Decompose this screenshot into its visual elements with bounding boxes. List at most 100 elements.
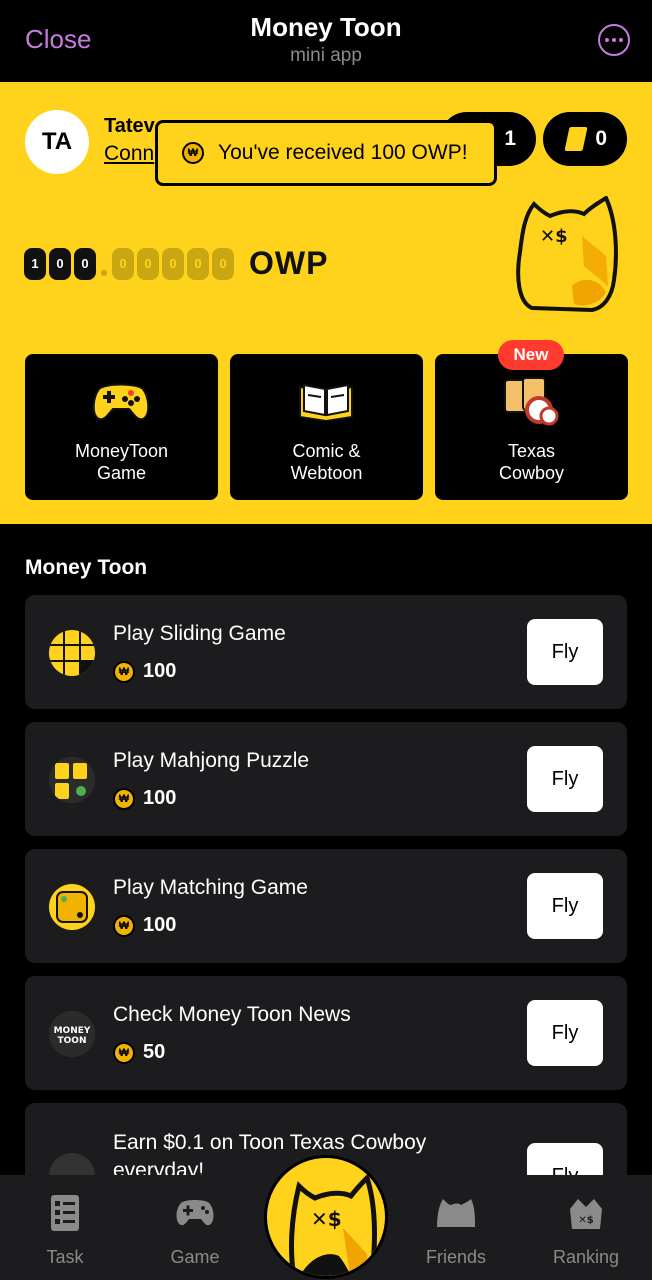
balance-display: 1 0 0 0 0 0 0 0 OWP [24, 245, 328, 282]
nav-game[interactable]: Game [145, 1193, 245, 1268]
coin-icon: ₩ [113, 787, 135, 810]
cowboy-icon [49, 1153, 95, 1175]
mascot-icon: ✕$ [516, 196, 618, 313]
ticket-pill[interactable]: 0 [543, 112, 627, 166]
svg-text:TOON: TOON [58, 1036, 87, 1046]
ticket-icon [564, 127, 588, 151]
friends-icon [406, 1193, 506, 1233]
task-reward: ₩ 50 [113, 1041, 165, 1064]
card-label-line: Cowboy [498, 463, 565, 483]
balance-digit: 0 [187, 247, 209, 280]
card-label-line: Webtoon [290, 463, 363, 483]
new-badge: New [498, 340, 564, 370]
svg-text:✕$: ✕$ [578, 1215, 593, 1226]
card-label: Comic & Webtoon [230, 440, 423, 484]
card-label: Texas Cowboy [435, 440, 628, 484]
reward-amount: 100 [143, 914, 177, 936]
section-title: Money Toon [25, 556, 148, 579]
ticket-count: 0 [595, 127, 607, 150]
home-mascot-button[interactable]: ✕$ [264, 1155, 388, 1279]
balance-digit: 0 [212, 247, 234, 280]
balance-digit: 0 [49, 247, 71, 280]
news-icon: MONEY TOON [49, 1011, 95, 1057]
task-title: Check Money Toon News [113, 1003, 351, 1026]
nav-label: Ranking [552, 1247, 620, 1267]
card-label-line: Texas [507, 441, 556, 461]
matching-game-icon [49, 884, 95, 930]
fly-button[interactable]: Fly [527, 746, 603, 812]
book-icon [294, 376, 358, 426]
crown-icon: ✕$ [536, 1193, 636, 1233]
card-label-line: Game [96, 463, 147, 483]
avatar[interactable]: TA [25, 110, 89, 174]
more-dot-icon [605, 38, 609, 42]
fly-button[interactable]: Fly [527, 1143, 603, 1175]
fly-button[interactable]: Fly [527, 619, 603, 685]
balance-digit: 1 [24, 247, 46, 280]
top-bar: Close Money Toon mini app [0, 0, 652, 82]
card-comic-webtoon[interactable]: Comic & Webtoon [230, 354, 423, 500]
task-title-line: Earn $0.1 on Toon Texas Cowboy [113, 1131, 427, 1154]
task-row: Play Mahjong Puzzle ₩ 100 Fly [25, 722, 627, 836]
nav-label: Task [46, 1247, 84, 1267]
more-dot-icon [619, 38, 623, 42]
fly-button[interactable]: Fly [527, 1000, 603, 1066]
task-title: Play Sliding Game [113, 622, 286, 645]
connect-wallet-link[interactable]: Conn [104, 142, 154, 166]
more-options-button[interactable] [598, 24, 630, 56]
card-texas-cowboy[interactable]: New Texas Cowboy [435, 340, 628, 500]
card-moneytoon-game[interactable]: MoneyToon Game [25, 354, 218, 500]
coin-icon: ₩ [113, 1041, 135, 1064]
coin-icon: ₩ [182, 142, 204, 164]
task-reward: ₩ 100 [113, 787, 176, 810]
svg-text:✕$: ✕$ [311, 1207, 342, 1231]
user-name: Tatev [104, 115, 155, 137]
decimal-point [101, 269, 107, 276]
svg-text:MONEY: MONEY [54, 1026, 91, 1036]
svg-text:✕$: ✕$ [540, 226, 568, 247]
task-title: Play Matching Game [113, 876, 308, 899]
title-block: Money Toon mini app [0, 12, 652, 67]
nav-label: Game [170, 1247, 220, 1267]
coin-icon: ₩ [113, 660, 135, 683]
balance-digit: 0 [74, 247, 96, 280]
app-title: Money Toon [250, 12, 402, 42]
toast-text: You've received 100 OWP! [218, 141, 468, 164]
task-list-icon [15, 1193, 115, 1233]
hero-panel: TA Tatev Conn 1 0 ₩ You've received 100 … [0, 82, 652, 524]
task-title: Earn $0.1 on Toon Texas Cowboy everyday! [113, 1129, 426, 1175]
nav-task[interactable]: Task [15, 1193, 115, 1268]
nav-friends[interactable]: Friends [406, 1193, 506, 1268]
task-list: Play Sliding Game ₩ 100 Fly Play Mahjong… [25, 595, 627, 1175]
reward-amount: 100 [143, 660, 177, 682]
card-label-line: MoneyToon [74, 441, 169, 461]
card-label: MoneyToon Game [25, 440, 218, 484]
balance-digit: 0 [137, 247, 159, 280]
task-title: Play Mahjong Puzzle [113, 749, 310, 772]
fly-button[interactable]: Fly [527, 873, 603, 939]
coin-icon: ₩ [113, 914, 135, 937]
task-row: MONEY TOON Check Money Toon News ₩ 50 Fly [25, 976, 627, 1090]
reward-amount: 50 [143, 1041, 166, 1063]
mahjong-icon [49, 757, 95, 803]
balance-digit: 0 [112, 247, 134, 280]
balance-unit: OWP [249, 245, 329, 281]
counter-value: 1 [504, 127, 516, 150]
cards-chips-icon [499, 376, 563, 426]
task-reward: ₩ 100 [113, 660, 176, 683]
task-row: Play Matching Game ₩ 100 Fly [25, 849, 627, 963]
balance-digit: 0 [162, 247, 184, 280]
app-subtitle: mini app [290, 45, 362, 66]
gamepad-icon [145, 1193, 245, 1233]
sliding-game-icon [49, 630, 95, 676]
task-reward: ₩ 100 [113, 914, 176, 937]
reward-toast: ₩ You've received 100 OWP! [155, 120, 497, 186]
task-title-line: everyday! [113, 1159, 205, 1175]
more-dot-icon [612, 38, 616, 42]
nav-ranking[interactable]: ✕$ Ranking [536, 1193, 636, 1268]
card-label-line: Comic & [292, 441, 361, 461]
reward-amount: 100 [143, 787, 177, 809]
nav-label: Friends [425, 1247, 487, 1267]
gamepad-icon [89, 376, 153, 426]
task-row: Play Sliding Game ₩ 100 Fly [25, 595, 627, 709]
